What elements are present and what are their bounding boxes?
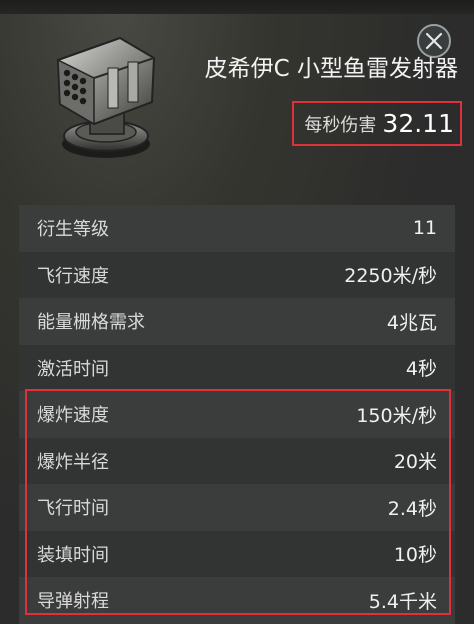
stat-row-flight-speed: 飞行速度 2250米/秒: [19, 251, 455, 298]
stat-label: 装填时间: [37, 544, 109, 566]
stat-label: 能量栅格需求: [37, 312, 145, 334]
stat-label: 飞行速度: [37, 265, 109, 287]
close-button[interactable]: [417, 24, 451, 58]
dps-label: 每秒伤害: [304, 114, 377, 136]
stat-value: 4兆瓦: [386, 311, 437, 334]
stat-label: 导弹射程: [37, 591, 109, 613]
stat-label: 衍生等级: [37, 219, 109, 241]
stat-value: 2250米/秒: [344, 265, 437, 288]
stat-value: 11: [412, 217, 437, 240]
stat-row-derived-level: 衍生等级 11: [19, 205, 455, 252]
stat-row-explosion-velocity: 爆炸速度 150米/秒: [19, 391, 455, 438]
stat-row-powergrid: 能量栅格需求 4兆瓦: [19, 298, 455, 345]
dps-highlight-box: 每秒伤害 32.11: [292, 101, 462, 146]
stat-value: 10秒: [393, 544, 437, 567]
dps-value: 32.11: [382, 109, 454, 138]
stat-value: 20米: [393, 451, 437, 474]
stat-value: 2.4秒: [387, 497, 437, 520]
stat-value: 5.4千米: [368, 590, 437, 613]
stat-value: 150米/秒: [356, 404, 437, 427]
close-icon: [425, 32, 443, 50]
stat-label: 飞行时间: [37, 498, 109, 520]
stat-row-reload-time: 装填时间 10秒: [19, 530, 455, 577]
stat-label: 激活时间: [37, 358, 109, 380]
stat-label: 爆炸速度: [37, 405, 109, 427]
stats-table: 衍生等级 11 飞行速度 2250米/秒 能量栅格需求 4兆瓦 激活时间 4秒 …: [19, 205, 455, 624]
torpedo-launcher-icon: [50, 32, 162, 164]
stat-row-flight-time: 飞行时间 2.4秒: [19, 484, 455, 531]
stat-row-explosion-radius: 爆炸半径 20米: [19, 437, 455, 484]
stat-row-activation-time: 激活时间 4秒: [19, 344, 455, 391]
module-title: 皮希伊C 小型鱼雷发射器: [204, 56, 458, 82]
stat-value: 4秒: [405, 358, 437, 381]
stat-label: 爆炸半径: [37, 451, 109, 473]
top-strip: [0, 0, 474, 14]
